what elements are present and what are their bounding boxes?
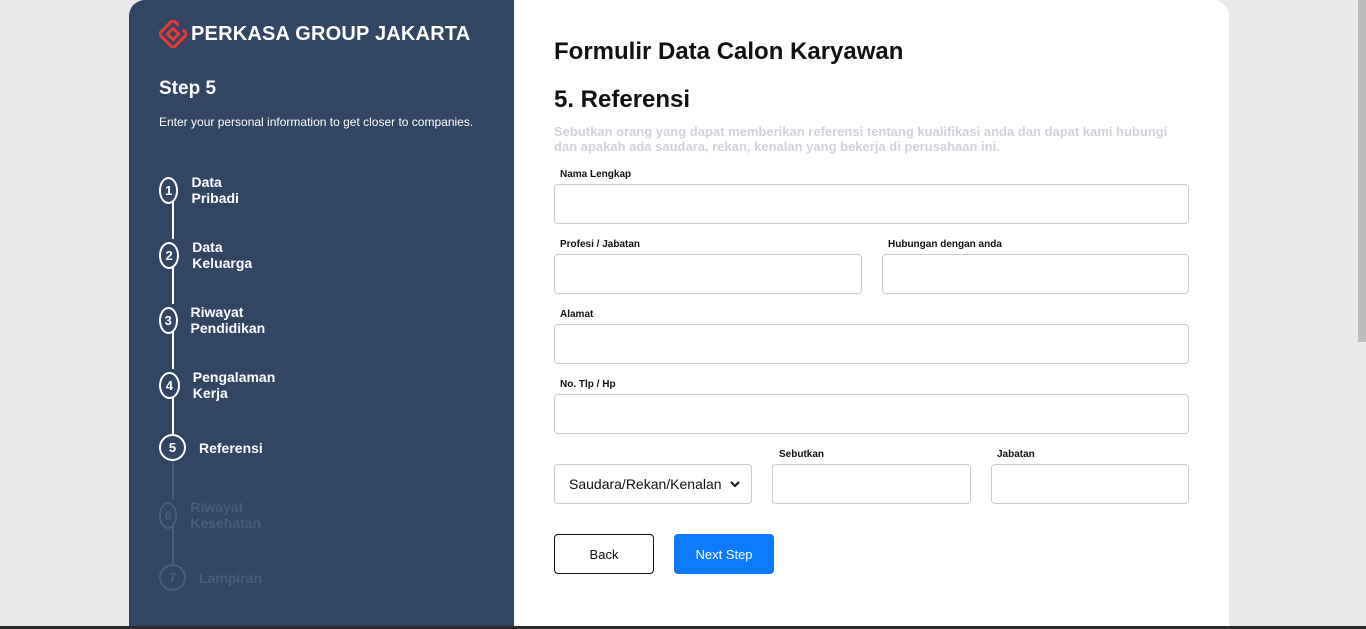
sidebar: PERKASA GROUP JAKARTA Step 5 Enter your …: [129, 0, 514, 629]
step-item-riwayat-kesehatan[interactable]: 6 Riwayat Kesehatan: [159, 499, 270, 531]
step-item-data-keluarga[interactable]: 2 Data Keluarga: [159, 239, 259, 271]
relasi-select-value: Saudara/Rekan/Kenalan: [569, 476, 722, 492]
step-connector: [172, 266, 174, 304]
back-button[interactable]: Back: [554, 534, 654, 574]
step-item-lampiran[interactable]: 7 Lampiran: [159, 564, 262, 591]
step-item-data-pribadi[interactable]: 1 Data Pribadi: [159, 174, 246, 206]
form-panel: Formulir Data Calon Karyawan 5. Referens…: [514, 0, 1229, 629]
step-connector: [172, 396, 174, 434]
step-item-referensi[interactable]: 5 Referensi: [159, 434, 263, 461]
step-description: Enter your personal information to get c…: [159, 115, 474, 129]
section-title: 5. Referensi: [554, 86, 691, 113]
section-description: Sebutkan orang yang dapat memberikan ref…: [554, 124, 1168, 154]
nama-lengkap-label: Nama Lengkap: [560, 169, 632, 180]
step-connector: [172, 526, 174, 564]
relasi-select[interactable]: Saudara/Rekan/Kenalan: [554, 464, 752, 504]
step-label: Data Pribadi: [191, 174, 239, 206]
alamat-input[interactable]: [554, 324, 1189, 364]
step-label: Riwayat Pendidikan: [190, 304, 266, 336]
profesi-input[interactable]: [554, 254, 862, 294]
step-connector: [172, 331, 174, 369]
hubungan-label: Hubungan dengan anda: [888, 239, 1002, 250]
form-card: PERKASA GROUP JAKARTA Step 5 Enter your …: [129, 0, 1229, 629]
nama-lengkap-input[interactable]: [554, 184, 1189, 224]
step-item-riwayat-pendidikan[interactable]: 3 Riwayat Pendidikan: [159, 304, 274, 336]
step-label: Referensi: [199, 439, 263, 456]
step-number: 5: [159, 434, 186, 461]
form-title: Formulir Data Calon Karyawan: [554, 38, 904, 65]
step-number: 4: [159, 371, 180, 399]
scrollbar[interactable]: [1358, 0, 1366, 342]
alamat-label: Alamat: [560, 309, 594, 320]
step-number: 1: [159, 176, 179, 204]
no-tlp-label: No. Tlp / Hp: [560, 379, 616, 390]
chevron-down-icon: [730, 481, 740, 488]
profesi-label: Profesi / Jabatan: [560, 239, 641, 250]
brand-name: PERKASA GROUP JAKARTA: [191, 22, 471, 45]
step-number: 2: [159, 241, 180, 269]
step-label: Pengalaman Kerja: [192, 369, 276, 401]
step-title: Step 5: [159, 78, 217, 99]
step-number: 7: [159, 564, 186, 591]
step-item-pengalaman-kerja[interactable]: 4 Pengalaman Kerja: [159, 369, 281, 401]
step-label: Data Keluarga: [192, 239, 253, 271]
next-step-button[interactable]: Next Step: [674, 534, 774, 574]
sebutkan-label: Sebutkan: [779, 449, 825, 460]
jabatan-input[interactable]: [991, 464, 1189, 504]
hubungan-input[interactable]: [882, 254, 1189, 294]
step-number: 3: [159, 306, 178, 334]
perkasa-logo-icon: [159, 20, 187, 48]
step-number: 6: [159, 501, 178, 529]
jabatan-label: Jabatan: [997, 449, 1035, 460]
step-label: Lampiran: [199, 569, 263, 586]
step-label: Riwayat Kesehatan: [190, 499, 262, 531]
step-connector: [172, 201, 174, 239]
brand: PERKASA GROUP JAKARTA: [159, 20, 470, 48]
sebutkan-input[interactable]: [772, 464, 971, 504]
step-connector: [172, 461, 174, 499]
no-tlp-input[interactable]: [554, 394, 1189, 434]
